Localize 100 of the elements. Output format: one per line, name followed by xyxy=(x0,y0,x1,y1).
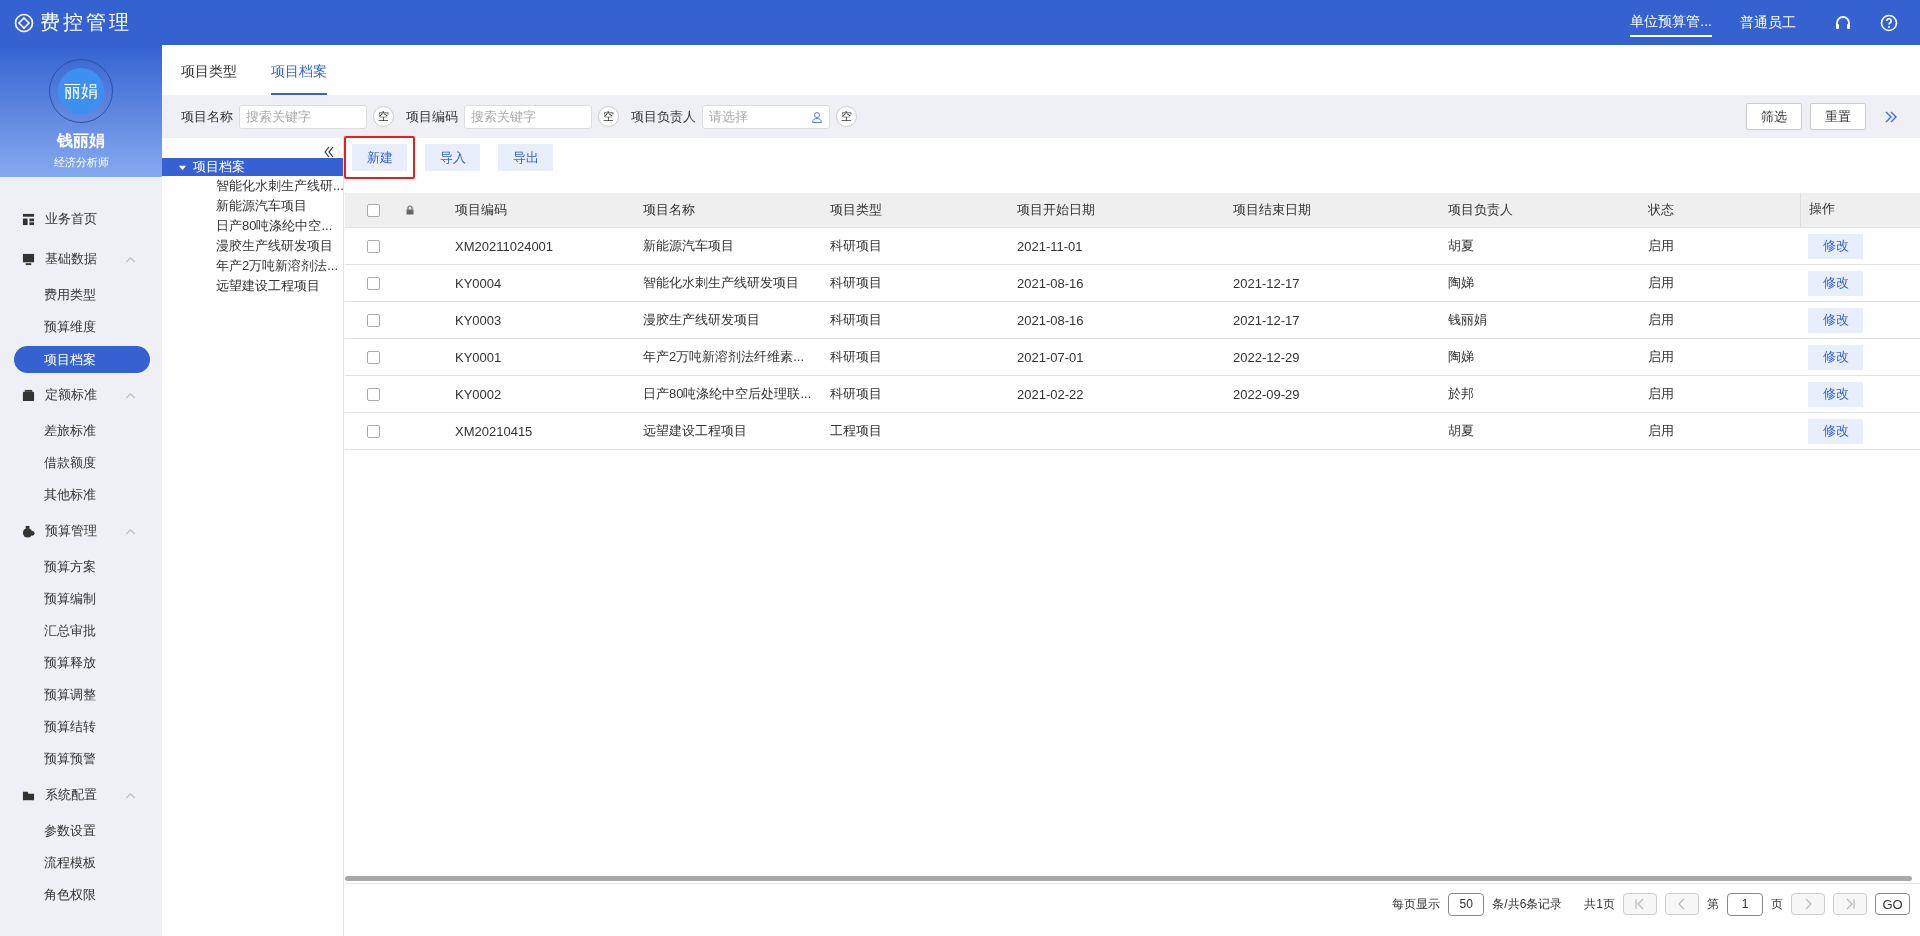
page-size-field[interactable]: 50 xyxy=(1448,892,1485,916)
sidebar-item[interactable]: 项目档案 xyxy=(14,346,150,373)
sidebar-item[interactable]: 预算预警 xyxy=(14,743,150,775)
sidebar-item[interactable]: 预算方案 xyxy=(14,551,150,583)
checkbox[interactable] xyxy=(367,239,380,253)
previous-page-button[interactable] xyxy=(1665,893,1699,915)
table-cell: 启用 xyxy=(1648,348,1674,366)
help-icon[interactable] xyxy=(1880,13,1898,32)
column-header: 项目负责人 xyxy=(1448,201,1513,219)
tree-node[interactable]: 年产2万吨新溶剂法... xyxy=(162,256,343,276)
edit-button[interactable]: 修改 xyxy=(1808,344,1863,370)
tree-node[interactable]: 漫胶生产线研发项目 xyxy=(162,236,343,256)
column-header: 项目结束日期 xyxy=(1233,201,1311,219)
next-page-button[interactable] xyxy=(1791,893,1825,915)
search-field[interactable]: 搜索关键字 xyxy=(464,104,592,129)
tree-node[interactable]: 新能源汽车项目 xyxy=(162,196,343,216)
sidebar-item[interactable]: 汇总审批 xyxy=(14,615,150,647)
tab[interactable]: 项目类型 xyxy=(181,63,237,95)
sidebar-item[interactable]: 业务首页 xyxy=(41,208,101,230)
toolbar-button[interactable]: 导入 xyxy=(425,144,480,171)
table-cell: 胡夏 xyxy=(1448,422,1474,440)
tree-node[interactable]: 日产80吨涤纶中空... xyxy=(162,216,343,236)
search-field[interactable]: 搜索关键字 xyxy=(239,104,367,129)
double-chevron-icon[interactable] xyxy=(1884,109,1898,124)
sidebar-item[interactable]: 预算调整 xyxy=(14,679,150,711)
pager-label: 每页显示 xyxy=(1392,895,1441,913)
tree-node[interactable]: 智能化水刺生产线研... xyxy=(162,176,343,196)
table-cell: 2022-12-29 xyxy=(1233,349,1300,365)
pager-label: 第 xyxy=(1707,895,1719,913)
lock-icon xyxy=(405,205,415,215)
page-number-field[interactable]: 1 xyxy=(1727,892,1763,916)
checkbox[interactable] xyxy=(367,203,380,217)
filter-button[interactable]: 重置 xyxy=(1810,103,1866,130)
bag-icon xyxy=(22,524,35,538)
checkbox[interactable] xyxy=(367,424,380,438)
toolbar-button[interactable]: 导出 xyxy=(498,144,553,171)
filter-button[interactable]: 筛选 xyxy=(1746,103,1802,130)
sidebar-item[interactable]: 定额标准 xyxy=(41,384,101,406)
sidebar-item[interactable]: 预算维度 xyxy=(14,311,150,343)
edit-button[interactable]: 修改 xyxy=(1808,233,1863,259)
sidebar-item[interactable]: 预算管理 xyxy=(41,520,101,542)
user-type-link[interactable]: 普通员工 xyxy=(1740,13,1796,32)
table-cell: 2021-08-16 xyxy=(1017,275,1084,291)
table-cell: 2021-02-22 xyxy=(1017,386,1084,402)
chevron-icon[interactable] xyxy=(125,791,136,799)
checkbox[interactable] xyxy=(367,276,380,290)
user-name: 钱丽娟 xyxy=(57,131,105,151)
table-cell: KY0001 xyxy=(455,349,502,365)
first-page-button[interactable] xyxy=(1623,893,1657,915)
clear-button[interactable]: 空 xyxy=(373,106,394,127)
sidebar-item[interactable]: 预算结转 xyxy=(14,711,150,743)
toolbar-button[interactable]: 新建 xyxy=(352,144,407,171)
chevron-icon[interactable] xyxy=(125,255,136,263)
chevron-icon[interactable] xyxy=(125,527,136,535)
scrollbar[interactable] xyxy=(345,876,1912,881)
edit-button[interactable]: 修改 xyxy=(1808,270,1863,296)
sidebar-item[interactable]: 差旅标准 xyxy=(14,415,150,447)
checkbox[interactable] xyxy=(367,387,380,401)
checkbox[interactable] xyxy=(367,350,380,364)
column-header: 项目编码 xyxy=(455,201,507,219)
role-link[interactable]: 单位预算管... xyxy=(1630,8,1712,37)
select-field[interactable]: 请选择 xyxy=(702,104,830,129)
sidebar-item[interactable]: 参数设置 xyxy=(14,815,150,847)
sidebar-item[interactable]: 借款额度 xyxy=(14,447,150,479)
tree-node[interactable]: 项目档案 xyxy=(162,158,343,176)
table-cell: 科研项目 xyxy=(830,237,882,255)
sidebar-item[interactable]: 基础数据 xyxy=(41,248,101,270)
record-count: 条/共6条记录 xyxy=(1492,895,1563,913)
table-cell: 远望建设工程项目 xyxy=(643,422,747,440)
app-title: 费控管理 xyxy=(40,10,132,35)
table-cell: 陶娣 xyxy=(1448,348,1474,366)
search-field[interactable]: 搜索关键字 xyxy=(471,109,585,124)
edit-button[interactable]: 修改 xyxy=(1808,307,1863,333)
select-field[interactable]: 请选择 xyxy=(709,109,811,124)
search-field[interactable]: 搜索关键字 xyxy=(246,109,360,124)
headset-icon[interactable] xyxy=(1834,13,1852,32)
last-page-button[interactable] xyxy=(1833,893,1867,915)
clear-button[interactable]: 空 xyxy=(836,106,857,127)
table-cell: 2021-11-01 xyxy=(1017,238,1083,254)
table-cell: XM20210415 xyxy=(455,423,533,439)
edit-button[interactable]: 修改 xyxy=(1808,418,1863,444)
sidebar-item[interactable]: 预算释放 xyxy=(14,647,150,679)
go-button[interactable]: GO xyxy=(1875,893,1910,915)
sidebar-item[interactable]: 系统配置 xyxy=(41,784,101,806)
sidebar-item[interactable]: 预算编制 xyxy=(14,583,150,615)
sidebar-item[interactable]: 其他标准 xyxy=(14,479,150,511)
table-cell: 2021-12-17 xyxy=(1233,275,1300,291)
chevron-icon[interactable] xyxy=(125,391,136,399)
collapse-icon[interactable] xyxy=(323,146,335,158)
table-cell: 智能化水刺生产线研发项目 xyxy=(643,274,799,292)
edit-button[interactable]: 修改 xyxy=(1808,381,1863,407)
table-cell: 启用 xyxy=(1648,385,1674,403)
clear-button[interactable]: 空 xyxy=(598,106,619,127)
table-cell: 启用 xyxy=(1648,237,1674,255)
sidebar-item[interactable]: 费用类型 xyxy=(14,279,150,311)
table-cell: 钱丽娟 xyxy=(1448,311,1487,329)
tree-node[interactable]: 远望建设工程项目 xyxy=(162,276,343,296)
sidebar-item[interactable]: 角色权限 xyxy=(14,879,150,911)
sidebar-item[interactable]: 流程模板 xyxy=(14,847,150,879)
checkbox[interactable] xyxy=(367,313,380,327)
